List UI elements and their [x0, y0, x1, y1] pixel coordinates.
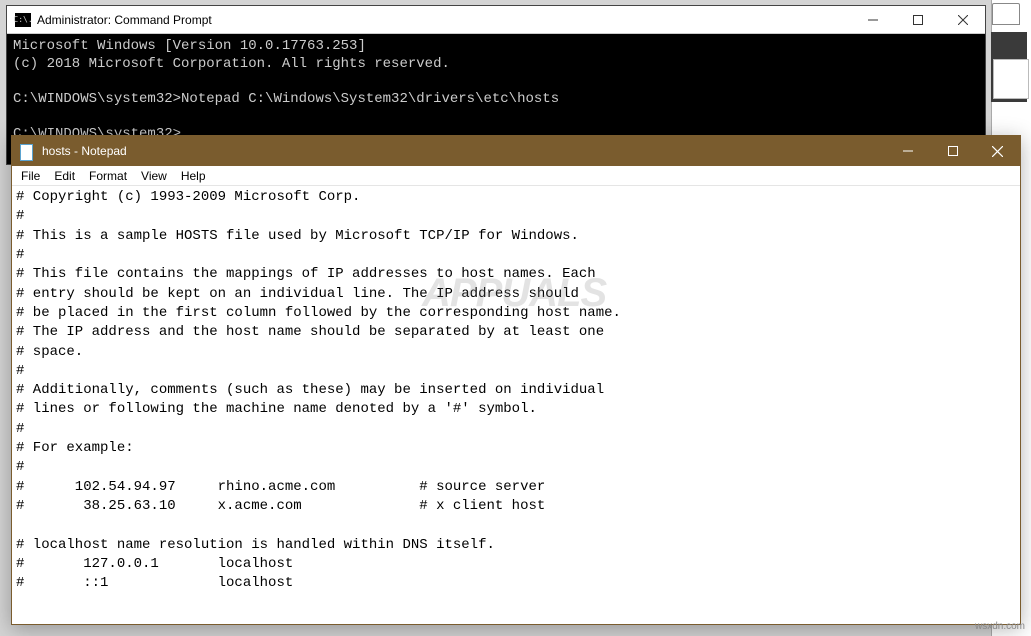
minimize-button[interactable] [885, 136, 930, 166]
cmd-title: Administrator: Command Prompt [37, 13, 850, 27]
close-button[interactable] [940, 6, 985, 33]
menu-view[interactable]: View [134, 168, 174, 184]
notepad-icon [20, 141, 36, 161]
menu-format[interactable]: Format [82, 168, 134, 184]
notepad-window: hosts - Notepad File Edit Format View He… [11, 135, 1021, 625]
notepad-window-controls [885, 136, 1020, 166]
cmd-titlebar[interactable]: C:\. Administrator: Command Prompt [7, 6, 985, 34]
source-attribution: wsxdn.com [975, 621, 1025, 632]
cmd-window-controls [850, 6, 985, 33]
minimize-button[interactable] [850, 6, 895, 33]
browser-tab-fragment [992, 3, 1020, 25]
maximize-button[interactable] [895, 6, 940, 33]
browser-page-fragment [993, 59, 1029, 99]
notepad-menubar: File Edit Format View Help [12, 166, 1020, 186]
menu-edit[interactable]: Edit [47, 168, 82, 184]
maximize-button[interactable] [930, 136, 975, 166]
notepad-titlebar[interactable]: hosts - Notepad [12, 136, 1020, 166]
cmd-icon: C:\. [15, 13, 31, 27]
cmd-output[interactable]: Microsoft Windows [Version 10.0.17763.25… [7, 34, 985, 147]
close-button[interactable] [975, 136, 1020, 166]
notepad-text-area[interactable]: # Copyright (c) 1993-2009 Microsoft Corp… [12, 186, 1020, 596]
menu-file[interactable]: File [14, 168, 47, 184]
notepad-title: hosts - Notepad [42, 144, 885, 158]
menu-help[interactable]: Help [174, 168, 213, 184]
